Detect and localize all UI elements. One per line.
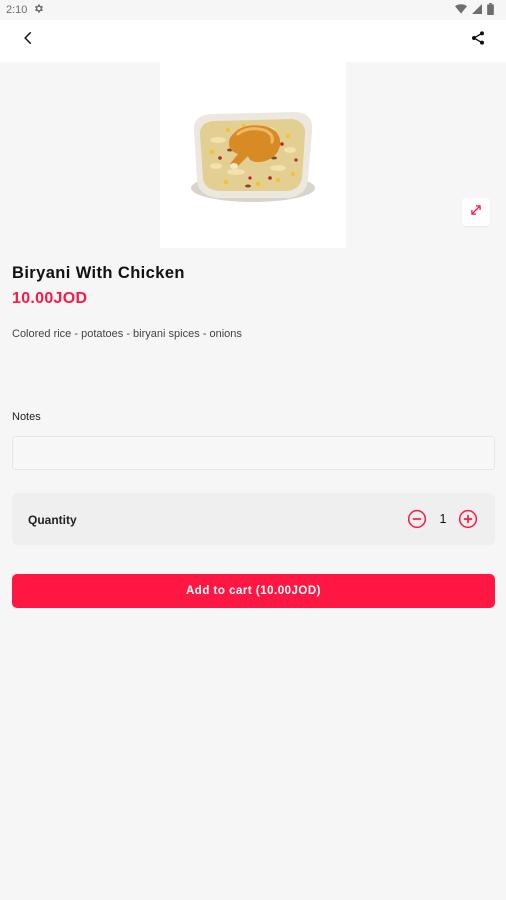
back-button[interactable] (12, 24, 44, 56)
biryani-plate-image (191, 112, 315, 202)
expand-icon (469, 203, 483, 222)
status-time: 2:10 (6, 4, 28, 16)
quantity-label: Quantity (28, 513, 77, 527)
product-price: 10.00JOD (12, 290, 88, 307)
share-button[interactable] (462, 24, 494, 56)
quantity-stepper: Quantity 1 (12, 493, 495, 545)
product-image (160, 62, 346, 248)
expand-image-button[interactable] (462, 198, 490, 226)
plus-circle-icon[interactable] (458, 509, 478, 529)
share-icon (470, 30, 486, 51)
add-to-cart-button[interactable]: Add to cart (10.00JOD) (12, 574, 495, 608)
battery-icon (487, 2, 494, 18)
quantity-value: 1 (439, 512, 447, 526)
chevron-left-icon (21, 31, 35, 50)
gear-icon (33, 3, 44, 17)
status-left: 2:10 (6, 3, 44, 17)
notes-input[interactable] (12, 436, 495, 470)
product-title: Biryani With Chicken (12, 264, 185, 282)
wifi-icon (455, 3, 467, 17)
product-description: Colored rice - potatoes - biryani spices… (12, 328, 242, 340)
notes-label: Notes (12, 411, 41, 423)
status-bar: 2:10 (0, 0, 506, 20)
signal-icon (472, 3, 482, 17)
toolbar (0, 20, 506, 62)
minus-circle-icon[interactable] (407, 509, 427, 529)
status-right (455, 2, 494, 18)
